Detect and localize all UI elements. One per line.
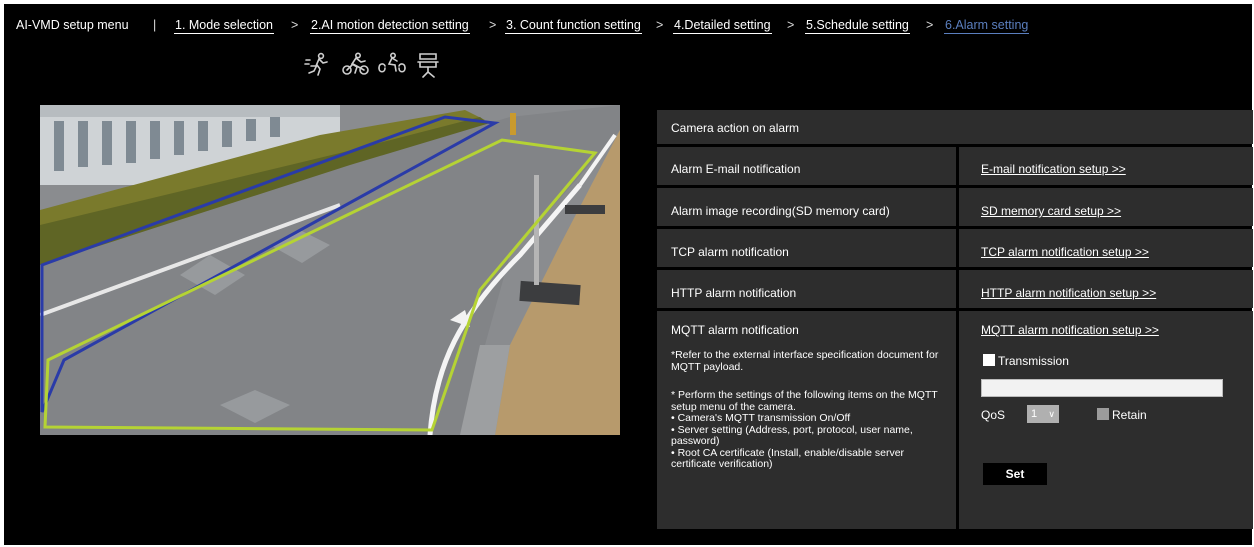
top-navigation: AI-VMD setup menu | 1. Mode selection > … — [4, 4, 1252, 44]
mqtt-setup-link[interactable]: MQTT alarm notification setup >> — [981, 323, 1159, 337]
sd-value-cell: SD memory card setup >> — [959, 188, 1253, 226]
http-value-cell: HTTP alarm notification setup >> — [959, 270, 1253, 308]
mqtt-label-cell: MQTT alarm notification *Refer to the ex… — [657, 311, 956, 529]
http-label: HTTP alarm notification — [671, 286, 797, 300]
mqtt-payload-note: *Refer to the external interface specifi… — [671, 349, 939, 373]
vehicle-icon — [417, 53, 439, 78]
nav-step-mode-selection[interactable]: 1. Mode selection — [174, 18, 274, 34]
retain-checkbox[interactable] — [1097, 408, 1109, 420]
retain-option: Retain — [1097, 408, 1147, 422]
camera-scene — [40, 105, 620, 435]
http-label-cell: HTTP alarm notification — [657, 270, 956, 308]
http-setup-link[interactable]: HTTP alarm notification setup >> — [981, 286, 1156, 300]
mqtt-instruction-line: • Root CA certificate (Install, enable/d… — [671, 446, 905, 470]
settings-title: Camera action on alarm — [671, 121, 800, 135]
nav-separator: > — [291, 18, 299, 32]
mqtt-setup-instructions: * Perform the settings of the following … — [671, 389, 946, 471]
mqtt-instruction-line: * Perform the settings of the following … — [671, 389, 938, 413]
mqtt-row: MQTT alarm notification *Refer to the ex… — [657, 311, 1253, 529]
title-divider: | — [153, 18, 157, 32]
tcp-row: TCP alarm notification TCP alarm notific… — [657, 229, 1253, 267]
mqtt-label: MQTT alarm notification — [671, 323, 799, 337]
settings-header-row: Camera action on alarm — [657, 110, 1253, 144]
settings-header-cell: Camera action on alarm — [657, 110, 1253, 144]
nav-step-count-function[interactable]: 3. Count function setting — [505, 18, 642, 34]
nav-step-detailed-setting[interactable]: 4.Detailed setting — [673, 18, 772, 34]
app-title: AI-VMD setup menu — [16, 18, 129, 32]
email-setup-link[interactable]: E-mail notification setup >> — [981, 162, 1126, 176]
nav-step-ai-motion-detection[interactable]: 2.AI motion detection setting — [310, 18, 470, 34]
chevron-down-icon: ∨ — [1048, 409, 1055, 419]
qos-value: 1 — [1031, 408, 1038, 420]
sd-label: Alarm image recording(SD memory card) — [671, 204, 890, 218]
sd-label-cell: Alarm image recording(SD memory card) — [657, 188, 956, 226]
mqtt-value-cell: MQTT alarm notification setup >> Transmi… — [959, 311, 1253, 529]
bicycle-icon — [342, 52, 369, 75]
motorcycle-icon — [378, 52, 406, 73]
set-button[interactable]: Set — [983, 463, 1047, 485]
nav-separator: > — [926, 18, 934, 32]
mqtt-instruction-line: • Server setting (Address, port, protoco… — [671, 423, 913, 447]
mqtt-instruction-line: • Camera's MQTT transmission On/Off — [671, 412, 851, 424]
email-label-cell: Alarm E-mail notification — [657, 147, 956, 185]
transmission-option: Transmission — [983, 354, 1069, 368]
tcp-setup-link[interactable]: TCP alarm notification setup >> — [981, 245, 1149, 259]
tcp-value-cell: TCP alarm notification setup >> — [959, 229, 1253, 267]
person-icon — [304, 52, 328, 76]
nav-separator: > — [489, 18, 497, 32]
tcp-label: TCP alarm notification — [671, 245, 789, 259]
mqtt-topic-input[interactable] — [981, 379, 1223, 397]
nav-separator: > — [656, 18, 664, 32]
transmission-checkbox[interactable] — [983, 354, 995, 366]
qos-select[interactable]: 1 ∨ — [1027, 405, 1059, 423]
nav-step-schedule-setting[interactable]: 5.Schedule setting — [805, 18, 910, 34]
sd-row: Alarm image recording(SD memory card) SD… — [657, 188, 1253, 226]
email-label: Alarm E-mail notification — [671, 162, 801, 176]
sd-setup-link[interactable]: SD memory card setup >> — [981, 204, 1121, 218]
email-row: Alarm E-mail notification E-mail notific… — [657, 147, 1253, 185]
camera-live-image[interactable] — [40, 105, 620, 435]
email-value-cell: E-mail notification setup >> — [959, 147, 1253, 185]
http-row: HTTP alarm notification HTTP alarm notif… — [657, 270, 1253, 308]
qos-label: QoS — [981, 408, 1006, 422]
tcp-label-cell: TCP alarm notification — [657, 229, 956, 267]
nav-separator: > — [787, 18, 795, 32]
transmission-label: Transmission — [998, 354, 1069, 368]
retain-label: Retain — [1112, 408, 1147, 422]
nav-step-alarm-setting[interactable]: 6.Alarm setting — [944, 18, 1030, 34]
